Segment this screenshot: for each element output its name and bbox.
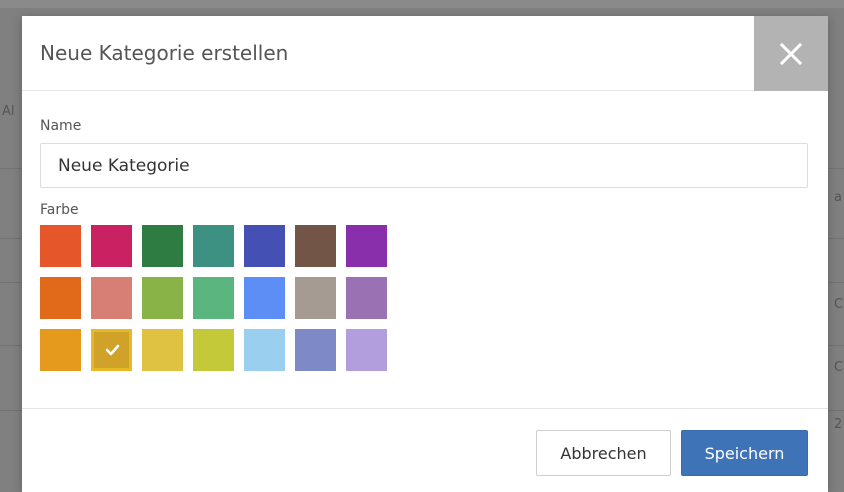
color-swatch[interactable] — [295, 329, 336, 371]
color-swatch[interactable] — [346, 329, 387, 371]
color-swatch[interactable] — [346, 277, 387, 319]
color-swatch[interactable] — [295, 225, 336, 267]
dialog-body: Name Farbe — [22, 92, 828, 408]
color-swatch[interactable] — [91, 225, 132, 267]
color-swatch[interactable] — [40, 225, 81, 267]
dialog-title: Neue Kategorie erstellen — [40, 41, 289, 65]
color-swatch[interactable] — [244, 225, 285, 267]
close-button[interactable] — [754, 16, 828, 91]
background-text: C — [834, 360, 844, 375]
dialog-footer: Abbrechen Speichern — [22, 408, 828, 492]
color-swatch[interactable] — [193, 277, 234, 319]
cancel-button[interactable]: Abbrechen — [536, 430, 671, 476]
close-icon — [779, 42, 803, 65]
background-text: a — [834, 190, 842, 205]
color-swatch[interactable] — [142, 329, 183, 371]
dialog-header: Neue Kategorie erstellen — [22, 16, 828, 91]
color-swatch-selected[interactable] — [91, 329, 132, 371]
background-text: 2 — [834, 417, 843, 432]
name-input[interactable] — [40, 143, 808, 188]
background-text: C — [834, 297, 844, 312]
color-swatch[interactable] — [142, 225, 183, 267]
color-swatch[interactable] — [91, 277, 132, 319]
name-label: Name — [40, 118, 82, 134]
color-swatch[interactable] — [244, 277, 285, 319]
color-swatch[interactable] — [346, 225, 387, 267]
color-swatch[interactable] — [244, 329, 285, 371]
checkmark-icon — [105, 344, 119, 356]
color-swatch[interactable] — [40, 329, 81, 371]
save-button[interactable]: Speichern — [681, 430, 808, 476]
color-swatch[interactable] — [142, 277, 183, 319]
color-swatch[interactable] — [295, 277, 336, 319]
color-picker — [40, 225, 387, 371]
color-label: Farbe — [40, 202, 79, 218]
color-swatch[interactable] — [193, 329, 234, 371]
background-header — [0, 0, 844, 8]
create-category-dialog: Neue Kategorie erstellen Name Farbe Abbr… — [22, 16, 828, 492]
color-swatch[interactable] — [193, 225, 234, 267]
background-text: Al — [2, 104, 15, 119]
color-swatch[interactable] — [40, 277, 81, 319]
